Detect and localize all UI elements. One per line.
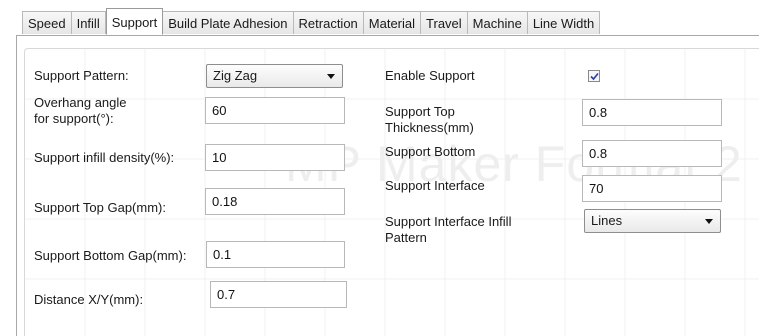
support-interface-infill-pattern-value: Lines [591, 213, 623, 228]
tab-support[interactable]: Support [105, 8, 164, 35]
overhang-angle-label-line1: Overhang angle [34, 95, 127, 110]
chevron-down-icon [705, 219, 713, 224]
support-interface-infill-pattern-label-line2: Pattern [385, 230, 427, 245]
tab-travel[interactable]: Travel [421, 11, 468, 34]
support-bottom-label: Support Bottom [385, 144, 476, 159]
chevron-down-icon [327, 74, 335, 79]
support-settings-panel: MP Maker Format 2 Support Pattern: Zig Z… [16, 35, 759, 336]
overhang-angle-label: Overhang angle for support(°): [34, 95, 127, 127]
checkmark-icon [590, 72, 599, 81]
support-bottom-gap-label: Support Bottom Gap(mm): [34, 248, 187, 263]
support-pattern-select[interactable]: Zig Zag [206, 64, 343, 88]
tab-retraction[interactable]: Retraction [293, 11, 364, 34]
tab-line-width[interactable]: Line Width [527, 11, 601, 34]
support-bottom-gap-input[interactable]: 0.1 [206, 241, 345, 268]
support-top-gap-label: Support Top Gap(mm): [34, 200, 166, 215]
distance-xy-input[interactable]: 0.7 [210, 281, 347, 308]
support-interface-infill-pattern-label: Support Interface Infill Pattern [385, 214, 511, 246]
overhang-angle-label-line2: for support(°): [34, 111, 114, 126]
tab-bar: Speed Infill Support Build Plate Adhesio… [22, 8, 601, 35]
support-pattern-label: Support Pattern: [34, 68, 129, 83]
support-bottom-input[interactable]: 0.8 [582, 140, 722, 167]
tab-speed[interactable]: Speed [22, 11, 72, 34]
support-top-thickness-input[interactable]: 0.8 [582, 99, 722, 126]
support-top-thickness-label: Support Top Thickness(mm) [385, 104, 474, 136]
support-infill-density-input[interactable]: 10 [205, 144, 345, 171]
support-interface-label: Support Interface [385, 178, 485, 193]
overhang-angle-input[interactable]: 60 [205, 97, 345, 124]
support-pattern-value: Zig Zag [213, 68, 258, 83]
support-interface-infill-pattern-select[interactable]: Lines [584, 209, 721, 233]
support-interface-infill-pattern-label-line1: Support Interface Infill [385, 214, 512, 229]
support-top-thickness-label-line2: Thickness(mm) [385, 120, 474, 135]
enable-support-label: Enable Support [385, 68, 475, 83]
support-top-thickness-label-line1: Support Top [385, 104, 455, 119]
support-top-gap-input[interactable]: 0.18 [205, 188, 345, 215]
support-infill-density-label: Support infill density(%): [34, 150, 175, 165]
tab-machine[interactable]: Machine [467, 11, 528, 34]
tab-build-plate-adhesion[interactable]: Build Plate Adhesion [163, 11, 294, 34]
distance-xy-label: Distance X/Y(mm): [34, 292, 144, 307]
tab-infill[interactable]: Infill [71, 11, 106, 34]
enable-support-checkbox[interactable] [588, 70, 600, 82]
tab-material[interactable]: Material [363, 11, 422, 34]
support-interface-input[interactable]: 70 [582, 175, 722, 202]
